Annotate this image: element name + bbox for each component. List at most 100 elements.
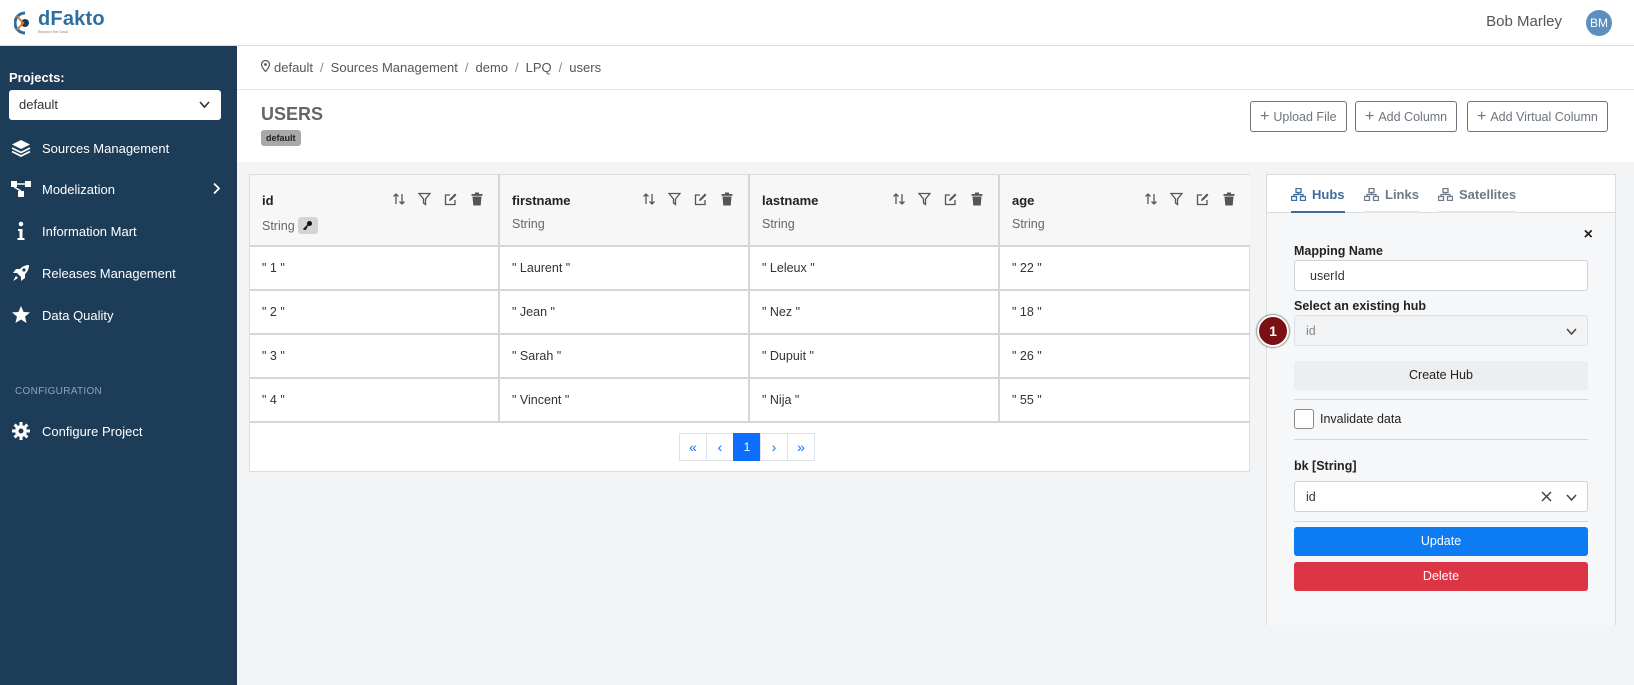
- last-page-button[interactable]: »: [787, 433, 815, 461]
- chevron-right-icon: [212, 182, 221, 198]
- column-type: String: [762, 217, 795, 231]
- filter-icon[interactable]: [417, 191, 432, 206]
- sitemap-icon: [1438, 187, 1453, 201]
- tab-links[interactable]: Links: [1364, 185, 1419, 213]
- table-cell[interactable]: " Laurent ": [500, 247, 750, 289]
- tab-satellites[interactable]: Satellites: [1438, 185, 1517, 213]
- table-cell[interactable]: " 2 ": [250, 291, 500, 333]
- dfakto-logo[interactable]: dFakto Beyond the Data: [13, 9, 105, 34]
- sort-icon[interactable]: [1143, 191, 1158, 206]
- mapping-panel: Hubs Links Satellites × Mapping Name use…: [1257, 174, 1616, 625]
- add-virtual-column-button[interactable]: + Add Virtual Column: [1467, 101, 1608, 132]
- table-cell[interactable]: " Vincent ": [500, 379, 750, 421]
- first-page-button[interactable]: «: [679, 433, 707, 461]
- breadcrumb: default / Sources Management / demo / LP…: [260, 59, 601, 75]
- existing-hub-label: Select an existing hub: [1294, 299, 1426, 313]
- table-cell[interactable]: " 1 ": [250, 247, 500, 289]
- delete-button[interactable]: Delete: [1294, 562, 1588, 591]
- sidebar-item-configure-project[interactable]: Configure Project: [0, 411, 237, 451]
- table-cell[interactable]: " 3 ": [250, 335, 500, 377]
- edit-icon[interactable]: [443, 191, 458, 206]
- filter-icon[interactable]: [917, 191, 932, 206]
- projects-label: Projects:: [9, 70, 65, 85]
- info-icon: [10, 221, 32, 241]
- bk-label: bk [String]: [1294, 459, 1357, 473]
- tab-hubs[interactable]: Hubs: [1291, 185, 1345, 213]
- table-row: " 2 " " Jean " " Nez " " 18 ": [250, 291, 1250, 335]
- sidebar-item-modelization[interactable]: Modelization: [0, 169, 237, 209]
- project-select[interactable]: default: [9, 90, 221, 120]
- sidebar-item-label: Releases Management: [42, 265, 176, 281]
- column-name: id: [262, 193, 274, 208]
- configuration-section-label: CONFIGURATION: [15, 386, 103, 397]
- plus-icon: +: [1260, 107, 1270, 125]
- sidebar-item-label: Data Quality: [42, 307, 114, 323]
- user-avatar[interactable]: BM: [1586, 10, 1612, 36]
- breadcrumb-item[interactable]: demo: [475, 60, 508, 75]
- sort-icon[interactable]: [391, 191, 406, 206]
- create-hub-button[interactable]: Create Hub: [1294, 361, 1588, 390]
- sidebar-item-data-quality[interactable]: Data Quality: [0, 295, 237, 335]
- page-1-button[interactable]: 1: [733, 433, 761, 461]
- prev-page-button[interactable]: ‹: [706, 433, 734, 461]
- table-cell[interactable]: " Nija ": [750, 379, 1000, 421]
- upload-file-button[interactable]: + Upload File: [1250, 101, 1347, 132]
- sidebar-item-information-mart[interactable]: Information Mart: [0, 211, 237, 251]
- sidebar-item-releases-management[interactable]: Releases Management: [0, 253, 237, 293]
- table-cell[interactable]: " Leleux ": [750, 247, 1000, 289]
- logo-mark-icon: [13, 10, 36, 34]
- close-icon[interactable]: ×: [1584, 226, 1593, 244]
- breadcrumb-item[interactable]: default: [274, 60, 313, 75]
- bk-select[interactable]: id: [1294, 481, 1588, 512]
- edit-icon[interactable]: [1195, 191, 1210, 206]
- edit-icon[interactable]: [693, 191, 708, 206]
- table-cell[interactable]: " 22 ": [1000, 247, 1250, 289]
- sort-icon[interactable]: [891, 191, 906, 206]
- filter-icon[interactable]: [1169, 191, 1184, 206]
- star-icon: [10, 305, 32, 325]
- trash-icon[interactable]: [469, 191, 484, 206]
- page-header: USERS default + Upload File + Add Column…: [237, 90, 1634, 162]
- breadcrumb-item[interactable]: Sources Management: [331, 60, 458, 75]
- sidebar: Projects: default Sources Management Mod…: [0, 46, 237, 685]
- table-cell[interactable]: " Sarah ": [500, 335, 750, 377]
- column-type: String: [512, 217, 545, 231]
- user-name[interactable]: Bob Marley: [1486, 13, 1562, 30]
- sidebar-item-sources-management[interactable]: Sources Management: [0, 128, 237, 168]
- existing-hub-select[interactable]: id 1: [1257, 315, 1588, 347]
- table-cell[interactable]: " 4 ": [250, 379, 500, 421]
- sidebar-item-label: Configure Project: [42, 423, 143, 439]
- invalidate-data-label: Invalidate data: [1320, 412, 1402, 426]
- mapping-name-input[interactable]: userId: [1294, 260, 1588, 291]
- chevron-down-icon: [1565, 325, 1578, 341]
- table-cell[interactable]: " 18 ": [1000, 291, 1250, 333]
- breadcrumb-item[interactable]: LPQ: [526, 60, 552, 75]
- filter-icon[interactable]: [667, 191, 682, 206]
- table-cell[interactable]: " Dupuit ": [750, 335, 1000, 377]
- trash-icon[interactable]: [969, 191, 984, 206]
- trash-icon[interactable]: [719, 191, 734, 206]
- sitemap-icon: [1364, 187, 1379, 201]
- key-icon: [297, 217, 318, 234]
- table-cell[interactable]: " 26 ": [1000, 335, 1250, 377]
- invalidate-data-checkbox[interactable]: [1294, 409, 1314, 429]
- chevron-down-icon[interactable]: [1565, 491, 1578, 507]
- table-cell[interactable]: " Jean ": [500, 291, 750, 333]
- sort-icon[interactable]: [641, 191, 656, 206]
- pagination: « ‹ 1 › »: [679, 433, 815, 461]
- table-cell[interactable]: " Nez ": [750, 291, 1000, 333]
- clear-icon[interactable]: [1540, 490, 1553, 506]
- add-column-button[interactable]: + Add Column: [1355, 101, 1458, 132]
- plus-icon: +: [1477, 107, 1487, 125]
- next-page-button[interactable]: ›: [760, 433, 788, 461]
- edit-icon[interactable]: [943, 191, 958, 206]
- table-row: " 1 " " Laurent " " Leleux " " 22 ": [250, 247, 1250, 291]
- table-cell[interactable]: " 55 ": [1000, 379, 1250, 421]
- hub-mapping-form: × Mapping Name userId Select an existing…: [1257, 213, 1615, 625]
- update-button[interactable]: Update: [1294, 527, 1588, 556]
- column-type: String: [262, 217, 318, 234]
- trash-icon[interactable]: [1221, 191, 1236, 206]
- divider: [1294, 439, 1588, 440]
- divider: [1294, 521, 1588, 522]
- table-row: " 3 " " Sarah " " Dupuit " " 26 ": [250, 335, 1250, 379]
